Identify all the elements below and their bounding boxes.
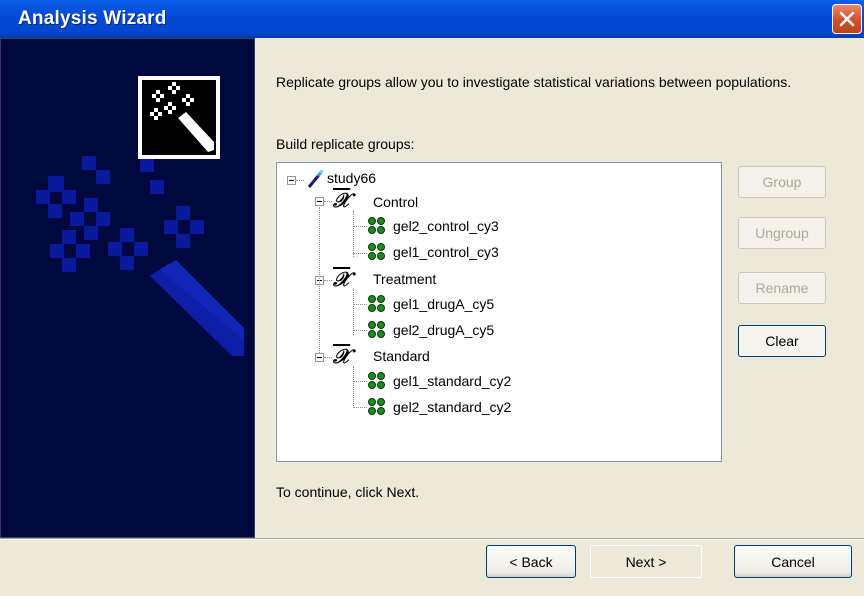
magic-wand-icon bbox=[307, 170, 324, 188]
window-title: Analysis Wizard bbox=[18, 8, 167, 29]
next-button-label: Next > bbox=[625, 553, 667, 570]
tree-gel-item[interactable]: gel1_standard_cy2 bbox=[393, 373, 511, 389]
gel-icon bbox=[368, 321, 385, 338]
tree-gel-item[interactable]: gel1_drugA_cy5 bbox=[393, 296, 494, 312]
tree-connector bbox=[324, 357, 332, 358]
root-expander[interactable] bbox=[287, 176, 296, 185]
gel-icon bbox=[368, 295, 385, 312]
tree-group-label[interactable]: Standard bbox=[373, 348, 430, 364]
group-icon: 𝒳 bbox=[333, 346, 351, 368]
group-icon: 𝒳 bbox=[333, 269, 351, 291]
tree-connector bbox=[353, 253, 367, 254]
back-button[interactable]: < Back bbox=[486, 545, 576, 578]
ungroup-button[interactable]: Ungroup bbox=[738, 217, 826, 249]
clear-button[interactable]: Clear bbox=[738, 325, 826, 357]
tree-connector bbox=[353, 226, 367, 227]
tree-gel-item[interactable]: gel1_control_cy3 bbox=[393, 244, 499, 260]
group-button[interactable]: Group bbox=[738, 166, 826, 198]
analysis-wizard-window: Analysis Wizard Replicate groups allow y… bbox=[0, 0, 864, 596]
tree-connector bbox=[353, 381, 367, 382]
tree-connector bbox=[353, 211, 354, 257]
tree-group-label[interactable]: Treatment bbox=[373, 271, 436, 287]
tree-connector bbox=[324, 280, 332, 281]
tree-connector bbox=[353, 407, 367, 408]
group-icon: 𝒳 bbox=[333, 190, 351, 212]
group-expander-standard[interactable] bbox=[315, 353, 324, 362]
gel-icon bbox=[368, 217, 385, 234]
tree-connector bbox=[353, 289, 354, 335]
close-button[interactable] bbox=[832, 4, 862, 34]
tree-root-label[interactable]: study66 bbox=[327, 170, 376, 186]
build-groups-label: Build replicate groups: bbox=[276, 136, 415, 152]
tree-gel-item[interactable]: gel2_drugA_cy5 bbox=[393, 322, 494, 338]
tree-gel-item[interactable]: gel2_standard_cy2 bbox=[393, 399, 511, 415]
tree-connector bbox=[296, 180, 304, 181]
magic-wand-icon bbox=[138, 76, 220, 159]
close-icon bbox=[839, 11, 855, 27]
replicate-groups-tree[interactable]: study66 𝒳 Control gel2_control_cy3 gel1_… bbox=[276, 162, 722, 462]
gel-icon bbox=[368, 372, 385, 389]
group-expander-control[interactable] bbox=[315, 197, 324, 206]
tree-group-label[interactable]: Control bbox=[373, 194, 418, 210]
cancel-button[interactable]: Cancel bbox=[734, 545, 852, 578]
gel-icon bbox=[368, 398, 385, 415]
footer-separator bbox=[0, 538, 864, 540]
wizard-sidebar-banner bbox=[0, 38, 255, 538]
intro-text: Replicate groups allow you to investigat… bbox=[276, 74, 792, 90]
tree-connector bbox=[353, 330, 367, 331]
gel-icon bbox=[368, 243, 385, 260]
tree-connector bbox=[324, 201, 332, 202]
title-bar[interactable]: Analysis Wizard bbox=[0, 0, 864, 38]
tree-gel-item[interactable]: gel2_control_cy3 bbox=[393, 218, 499, 234]
tree-connector bbox=[353, 304, 367, 305]
continue-instruction: To continue, click Next. bbox=[276, 484, 420, 500]
tree-connector bbox=[353, 366, 354, 408]
tree-connector bbox=[319, 207, 320, 357]
rename-button[interactable]: Rename bbox=[738, 272, 826, 304]
next-button[interactable]: Next > bbox=[590, 545, 702, 578]
